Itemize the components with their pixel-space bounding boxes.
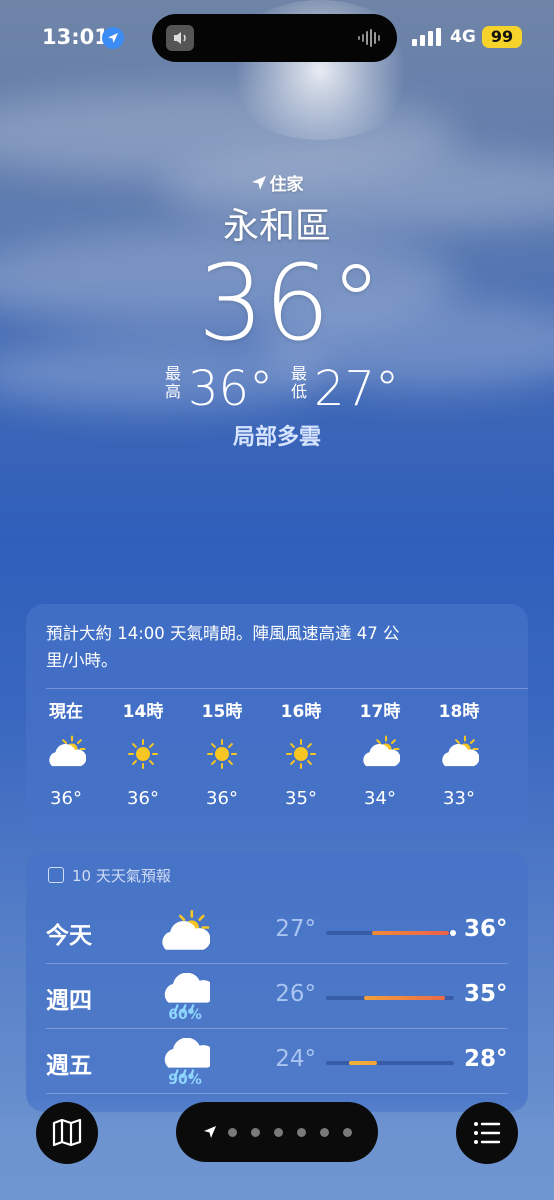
status-time: 13:01: [42, 25, 109, 49]
hour-temperature: 33°: [443, 788, 475, 809]
sun-icon: [192, 724, 252, 784]
precipitation-chance: 60%: [168, 1007, 202, 1023]
audio-waveform-icon: [358, 29, 380, 47]
high-temperature: 36°: [464, 916, 508, 942]
divider: [46, 963, 508, 964]
low-temperature: 27°: [275, 916, 316, 942]
dynamic-island[interactable]: [152, 14, 397, 62]
condition-text: 局部多雲: [232, 425, 321, 450]
cellular-signal-icon: [412, 28, 441, 46]
forecast-header: 10 天天氣預報: [48, 866, 171, 886]
forecast-row[interactable]: 週四 60% 26° 35°: [26, 965, 528, 1029]
hour-label: 1: [508, 700, 528, 724]
location-services-icon: [102, 27, 124, 49]
page-dot[interactable]: [343, 1128, 352, 1137]
day-label: 週五: [46, 1053, 92, 1079]
forecast-title: 10 天天氣預報: [72, 867, 171, 885]
hour-column: 17時 34°: [350, 700, 410, 814]
high-temperature: 28°: [464, 1046, 508, 1072]
hourly-forecast-panel[interactable]: 預計大約 14:00 天氣晴朗。陣風風速高達 47 公里/小時。 現在 36° 1…: [26, 604, 528, 838]
weather-icon: [508, 724, 528, 784]
location-arrow-icon: [251, 176, 266, 190]
hour-column: 16時 35°: [271, 700, 331, 814]
current-temp-dot: [449, 930, 456, 936]
page-dot[interactable]: [297, 1128, 306, 1137]
hour-temperature: [508, 784, 528, 814]
page-dot[interactable]: [228, 1128, 237, 1137]
temperature-range-bar: [326, 996, 454, 1000]
battery-level: 99: [482, 26, 522, 48]
location-page-indicator[interactable]: [176, 1102, 378, 1162]
partly-cloudy-icon: [429, 724, 489, 784]
high-label: 最高: [164, 364, 181, 401]
divider: [46, 688, 528, 689]
low-temperature: 27°: [314, 361, 400, 417]
hour-label: 14時: [122, 702, 164, 722]
low-label: 最低: [290, 364, 307, 401]
hour-column: 現在 36°: [36, 700, 96, 814]
hour-temperature: 34°: [364, 788, 396, 809]
temperature-range-bar: [326, 1061, 454, 1065]
hour-column: 15時 36°: [192, 700, 252, 814]
precipitation-chance: 90%: [168, 1072, 202, 1088]
forecast-row[interactable]: 今天 27° 36°: [26, 900, 528, 964]
page-dot[interactable]: [320, 1128, 329, 1137]
speaker-icon: [166, 25, 194, 51]
hour-label: 15時: [201, 702, 243, 722]
hour-temperature: 35°: [285, 788, 317, 809]
hour-label: 16時: [280, 702, 322, 722]
map-icon: [52, 1118, 82, 1147]
hour-temperature: 36°: [50, 788, 82, 809]
temperature-range-bar: [326, 930, 456, 936]
high-low-temperature: 最高 36° 最低 27°: [0, 361, 554, 417]
temperature-range-fill: [349, 1061, 378, 1065]
location-list-button[interactable]: [456, 1102, 518, 1164]
ten-day-forecast-panel[interactable]: 10 天天氣預報 今天 27° 36° 週四 60% 26° 35° 週五 90…: [26, 852, 528, 1112]
temperature-range-fill: [372, 931, 449, 935]
location-label-text: 住家: [269, 175, 304, 195]
partly-cloudy-icon: [158, 908, 211, 960]
current-weather: 住家 永和區 36° 最高 36° 最低 27° 局部多雲: [0, 170, 554, 451]
hour-temperature: 36°: [127, 788, 159, 809]
hour-column: 14時 36°: [113, 700, 173, 814]
current-temperature: 36°: [197, 242, 383, 364]
page-dot[interactable]: [274, 1128, 283, 1137]
hour-label: 18時: [438, 702, 480, 722]
high-temperature: 35°: [464, 981, 508, 1007]
divider: [46, 1093, 508, 1094]
network-type: 4G: [450, 27, 476, 47]
hourly-summary: 預計大約 14:00 天氣晴朗。陣風風速高達 47 公里/小時。: [46, 624, 400, 670]
page-dot[interactable]: [251, 1128, 260, 1137]
high-temperature: 36°: [188, 361, 274, 417]
sun-icon: [113, 724, 173, 784]
sun-icon: [271, 724, 331, 784]
forecast-row[interactable]: 週五 90% 24° 28°: [26, 1030, 528, 1094]
hour-column: 1: [508, 700, 528, 814]
partly-cloudy-icon: [36, 724, 96, 784]
partly-cloudy-icon: [350, 724, 410, 784]
hour-temperature: 36°: [206, 788, 238, 809]
temperature-range-fill: [364, 996, 446, 1000]
low-temperature: 26°: [275, 981, 316, 1007]
hour-column: 18時 33°: [429, 700, 489, 814]
status-bar: 13:01 4G 99: [0, 0, 554, 78]
day-label: 週四: [46, 988, 92, 1014]
location-label: 住家: [0, 170, 554, 195]
hour-label: 現在: [49, 702, 83, 722]
map-button[interactable]: [36, 1102, 98, 1164]
day-label: 今天: [46, 923, 92, 949]
current-location-page-icon[interactable]: [202, 1124, 218, 1140]
low-temperature: 24°: [275, 1046, 316, 1072]
calendar-icon: [48, 867, 64, 883]
hour-label: 17時: [359, 702, 401, 722]
divider: [46, 1028, 508, 1029]
list-icon: [474, 1122, 501, 1144]
